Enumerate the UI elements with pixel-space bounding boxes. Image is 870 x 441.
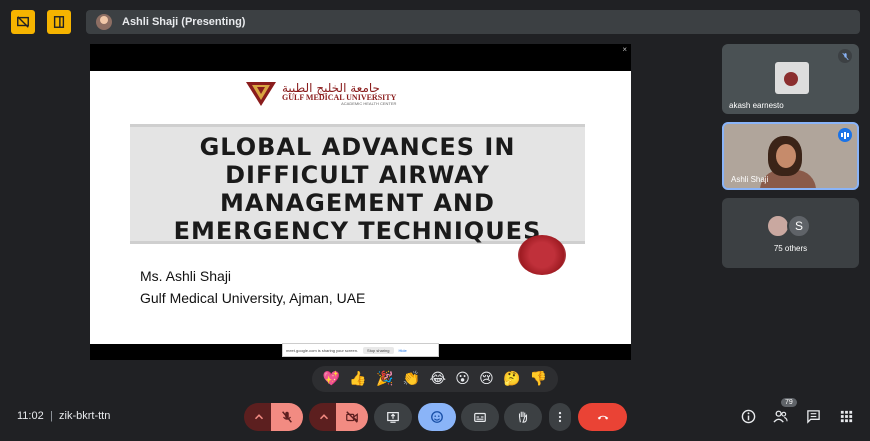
raise-hand-button[interactable] [504, 403, 542, 431]
participant-name: Ashli Shaji [731, 175, 769, 184]
reaction-thumbs-up[interactable]: 👍 [349, 372, 366, 386]
crest-icon [244, 79, 278, 109]
participant-video-face [776, 144, 796, 168]
share-notice-text: meet.google.com is sharing your screen. [286, 347, 359, 353]
presenting-label: Ashli Shaji (Presenting) [122, 16, 246, 28]
reaction-laugh[interactable]: 😂 [430, 372, 446, 386]
presentation-stage: × جامعة الخليج الطبية GULF MEDICAL UNIVE… [90, 44, 631, 360]
meeting-code: zik-bkrt-ttn [59, 410, 111, 422]
participants-count-badge: 79 [781, 398, 797, 407]
activities-icon[interactable] [837, 407, 855, 425]
slide-title-line: EMERGENCY TECHNIQUES [173, 217, 542, 245]
captions-button[interactable] [461, 403, 499, 431]
meeting-separator: | [50, 410, 53, 422]
stop-sharing-button[interactable]: Stop sharing [363, 346, 394, 354]
presentation-off-icon[interactable] [11, 10, 35, 34]
video-options-button[interactable] [309, 403, 339, 431]
slide: جامعة الخليج الطبية GULF MEDICAL UNIVERS… [90, 71, 631, 344]
mic-off-button[interactable] [271, 403, 303, 431]
participant-tile[interactable]: akash earnesto [722, 44, 859, 114]
slide-title-line: MANAGEMENT AND [220, 189, 495, 217]
logo-sub-text: ACADEMIC HEALTH CENTER [341, 101, 397, 106]
reaction-thumbs-down[interactable]: 👎 [530, 372, 547, 386]
seal-icon [518, 235, 566, 275]
reaction-surprised[interactable]: 😮 [455, 372, 470, 386]
audio-options-button[interactable] [244, 403, 274, 431]
hide-link[interactable]: Hide [399, 348, 407, 353]
more-options-button[interactable] [549, 403, 571, 431]
slide-title-line: DIFFICULT AIRWAY [225, 161, 490, 189]
reactions-bar: 💖 👍 🎉 👏 😂 😮 😢 🤔 👎 [312, 366, 558, 392]
author-block: Ms. Ashli Shaji Gulf Medical University,… [140, 265, 365, 309]
avatar [96, 14, 112, 30]
author-name: Ms. Ashli Shaji [140, 268, 232, 284]
reactions-button[interactable] [418, 403, 456, 431]
speaking-icon [838, 128, 852, 142]
reaction-party[interactable]: 🎉 [376, 372, 393, 386]
people-icon[interactable] [771, 407, 789, 425]
slide-title-line: GLOBAL ADVANCES IN [199, 133, 516, 161]
avatar-letter: S [787, 214, 811, 238]
others-tile[interactable]: S 75 others [722, 198, 859, 268]
participant-tile-active[interactable]: Ashli Shaji [722, 122, 859, 190]
participant-name: akash earnesto [729, 101, 784, 110]
meeting-time: 11:02 [17, 410, 44, 422]
reaction-sad[interactable]: 😢 [479, 372, 494, 386]
camera-off-button[interactable] [336, 403, 368, 431]
university-logo: جامعة الخليج الطبية GULF MEDICAL UNIVERS… [244, 79, 396, 109]
reaction-thinking[interactable]: 🤔 [503, 372, 520, 386]
reaction-heart[interactable]: 💖 [323, 372, 340, 386]
others-count: 75 others [773, 244, 808, 253]
presenting-bar: Ashli Shaji (Presenting) [86, 10, 860, 34]
end-call-button[interactable] [578, 403, 627, 431]
mic-off-icon [838, 49, 852, 63]
meeting-info-icon[interactable] [739, 407, 757, 425]
close-icon[interactable]: × [622, 45, 627, 54]
present-screen-button[interactable] [374, 403, 412, 431]
screen-share-notice: meet.google.com is sharing your screen. … [282, 343, 439, 357]
avatar [775, 62, 809, 94]
slide-title-band: GLOBAL ADVANCES IN DIFFICULT AIRWAY MANA… [130, 124, 585, 245]
tablet-icon[interactable] [47, 10, 71, 34]
chat-icon[interactable] [804, 407, 822, 425]
author-affiliation: Gulf Medical University, Ajman, UAE [140, 290, 366, 306]
reaction-clap[interactable]: 👏 [403, 372, 420, 386]
